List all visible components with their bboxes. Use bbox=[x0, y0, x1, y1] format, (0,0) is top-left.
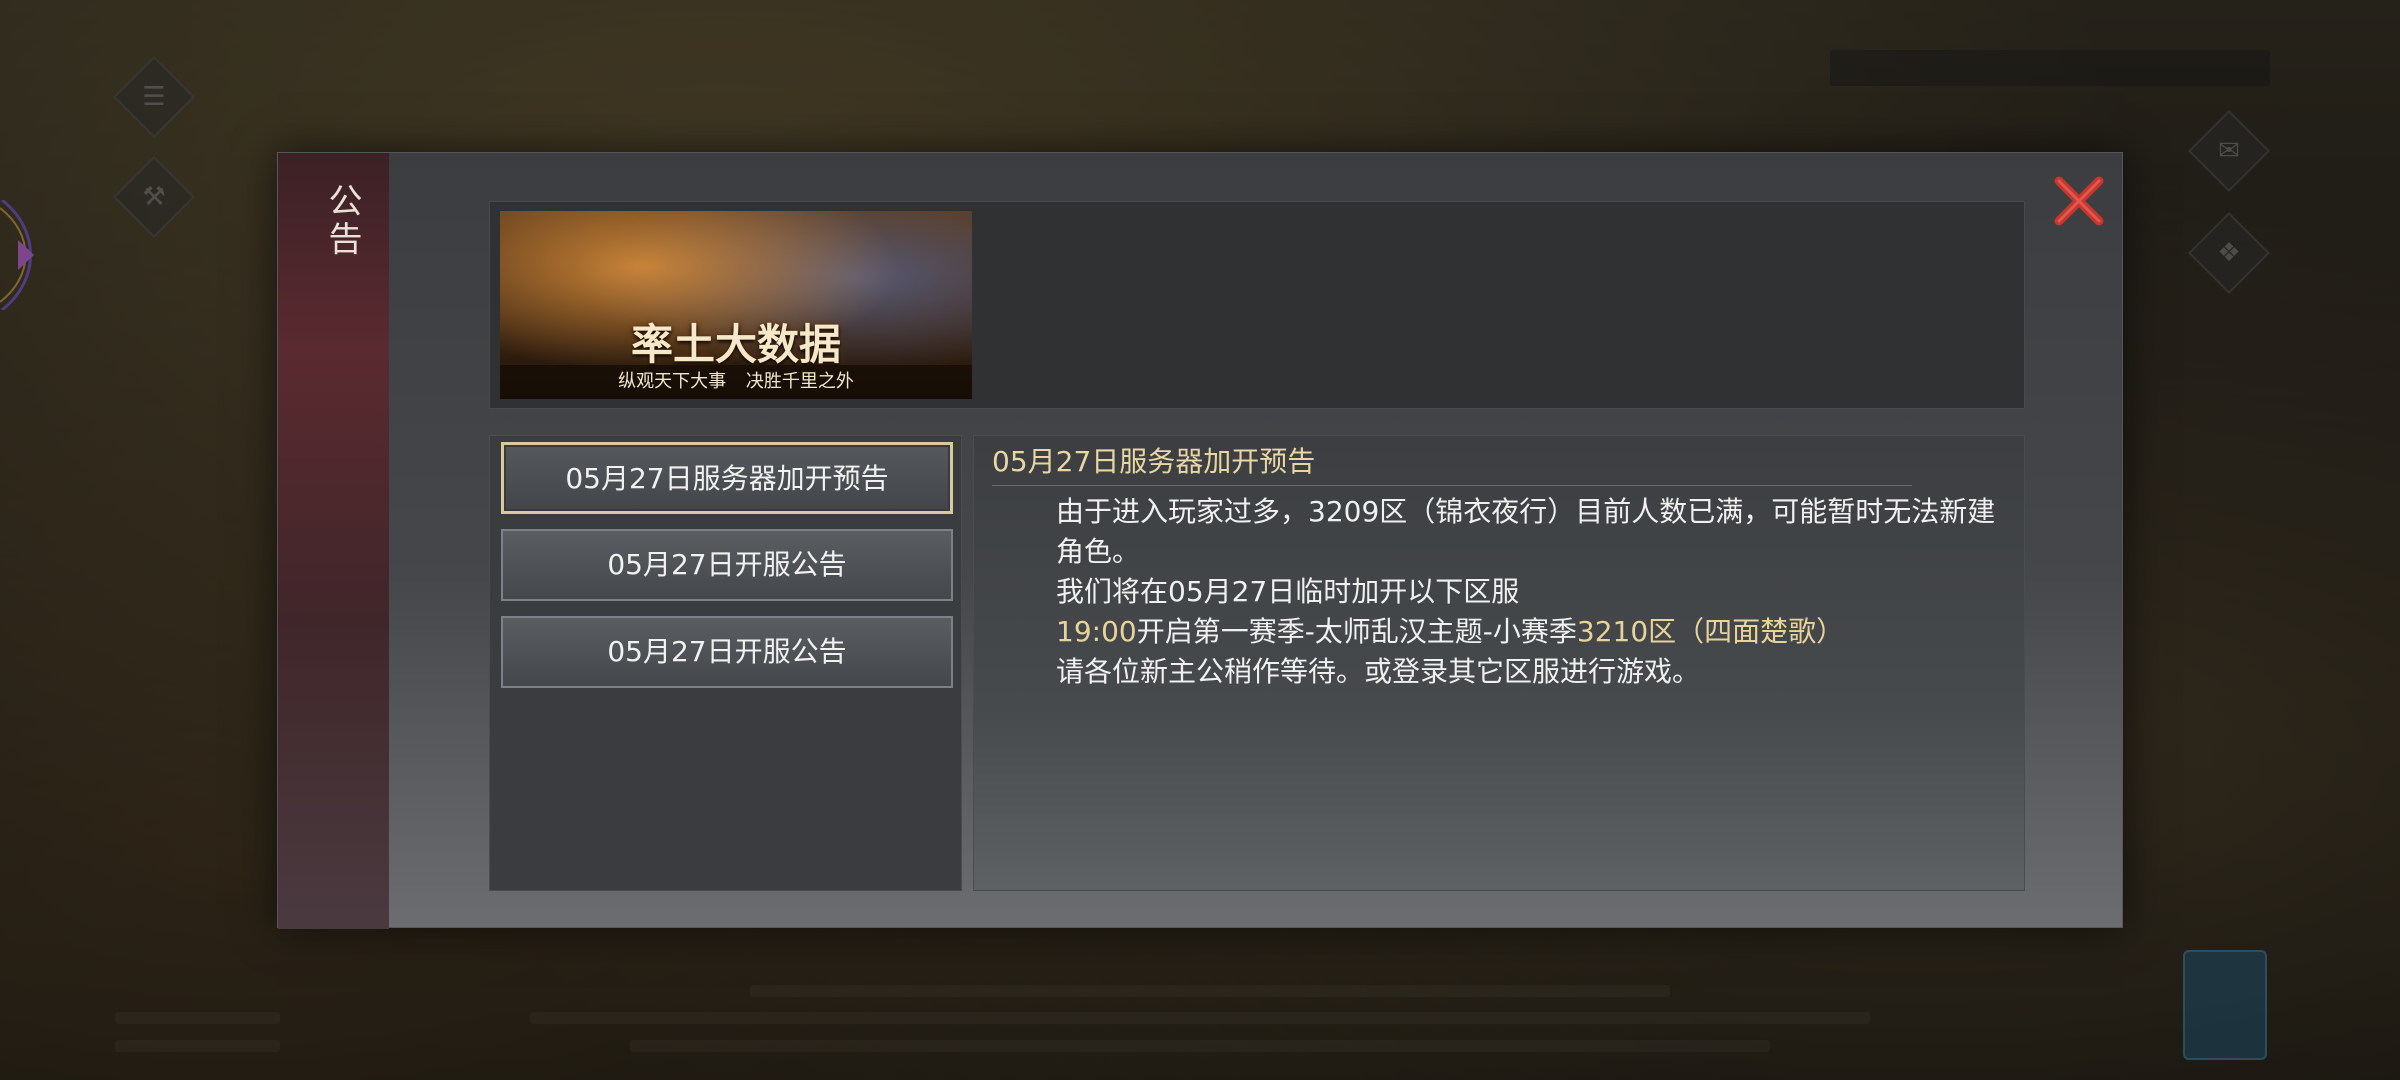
content-paragraph: 请各位新主公稍作等待。或登录其它区服进行游戏。 bbox=[1056, 655, 1701, 688]
banner-subtitle: 纵观天下大事 决胜千里之外 bbox=[500, 365, 972, 399]
content-paragraph: 19:00开启第一赛季-太师乱汉主题-小赛季3210区（四面楚歌） bbox=[992, 612, 2002, 652]
side-tab: 公告 bbox=[278, 153, 389, 929]
announcement-item-server-preview[interactable]: 05月27日服务器加开预告 bbox=[501, 442, 953, 514]
announcement-dialog: 公告 率土大数据 纵观天下大事 决胜千里之外 05月27日服务器加开预告 05月… bbox=[277, 152, 2123, 929]
banner-title: 率土大数据 bbox=[630, 320, 841, 369]
season-text: 开启第一赛季-太师乱汉主题-小赛季 bbox=[1136, 615, 1577, 648]
content-paragraph: 我们将在05月27日临时加开以下区服 bbox=[1056, 575, 1520, 608]
announcement-content: 05月27日服务器加开预告 由于进入玩家过多，3209区（锦衣夜行）目前人数已满… bbox=[973, 435, 2025, 891]
content-body: 由于进入玩家过多，3209区（锦衣夜行）目前人数已满，可能暂时无法新建角色。 我… bbox=[992, 492, 2002, 692]
content-paragraph: 由于进入玩家过多，3209区（锦衣夜行）目前人数已满，可能暂时无法新建角色。 bbox=[1056, 495, 1996, 568]
announcement-list: 05月27日服务器加开预告 05月27日开服公告 05月27日开服公告 bbox=[489, 435, 962, 891]
new-server-name: 3210区（四面楚歌） bbox=[1576, 615, 1845, 648]
banner-image[interactable]: 率土大数据 纵观天下大事 决胜千里之外 bbox=[500, 211, 972, 399]
announcement-item-open-notice-2[interactable]: 05月27日开服公告 bbox=[501, 616, 953, 688]
close-icon[interactable] bbox=[2051, 173, 2107, 229]
dialog-title: 公告 bbox=[322, 183, 362, 259]
banner-strip: 率土大数据 纵观天下大事 决胜千里之外 bbox=[489, 201, 2025, 409]
open-time: 19:00 bbox=[1056, 615, 1137, 648]
announcement-item-open-notice[interactable]: 05月27日开服公告 bbox=[501, 529, 953, 601]
content-title: 05月27日服务器加开预告 bbox=[992, 442, 1912, 486]
